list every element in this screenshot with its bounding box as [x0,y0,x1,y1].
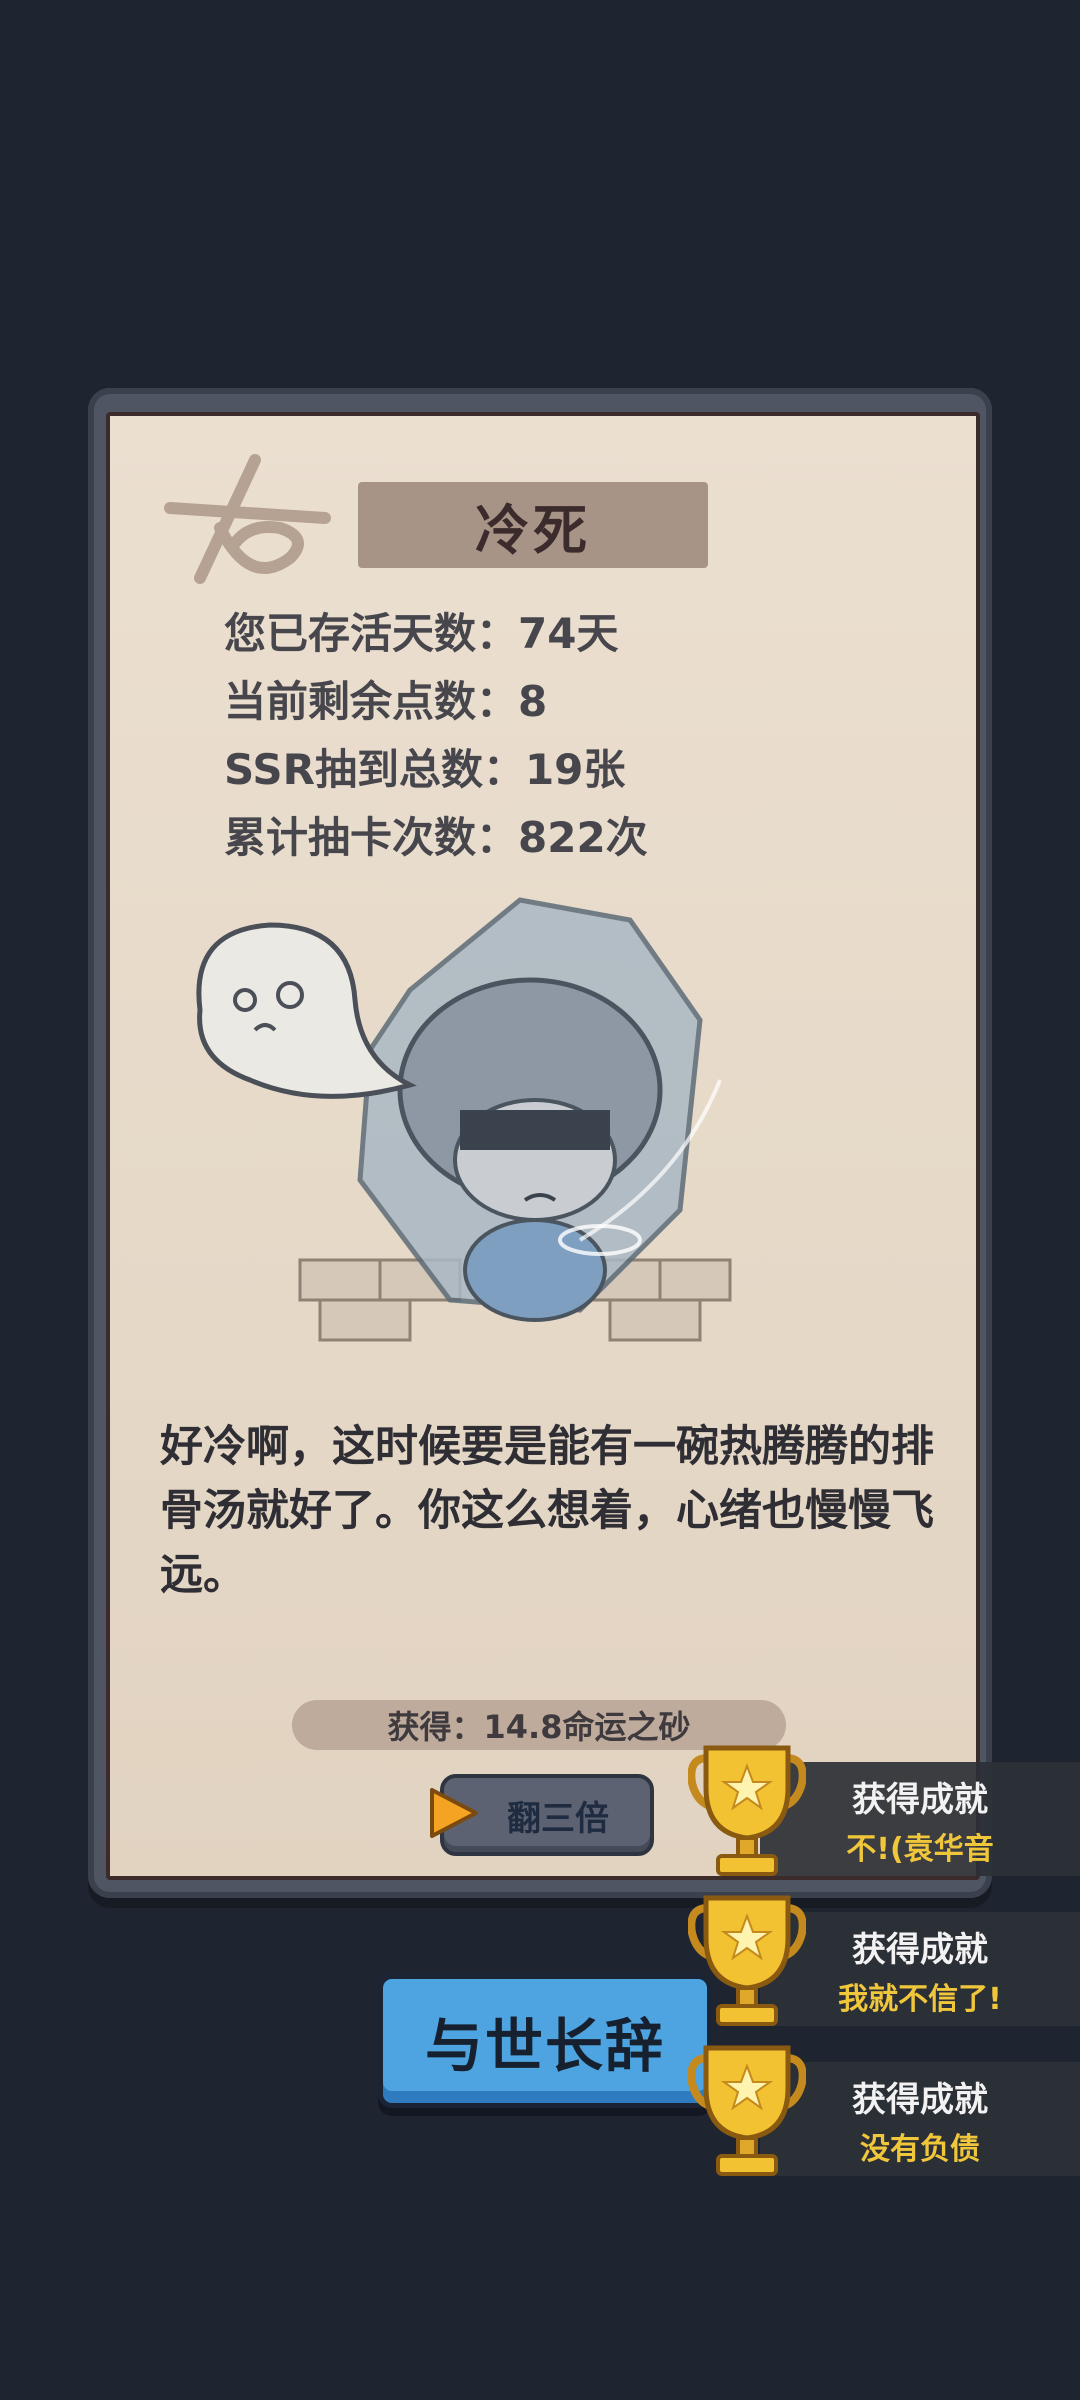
trophy-icon [688,1745,806,1876]
achievement-toast-3: 获得成就 没有负债 [760,2062,1080,2176]
trophy-icon [688,2045,806,2176]
frozen-character-illustration [196,897,732,1342]
death-title-banner: 冷死 [358,482,708,568]
farewell-button[interactable]: 与世长辞 [378,1974,712,2108]
death-stamp-icon [164,454,331,584]
achievement-title: 获得成就 [852,1780,988,1820]
stat-days-survived: 您已存活天数：74天 [224,609,619,658]
death-title: 冷死 [475,498,591,562]
story-text: 好冷啊，这时候要是能有一碗热腾腾的排骨汤就好了。你这么想着，心绪也慢慢飞远。 [160,1422,934,1600]
achievement-name: 我就不信了! [838,1982,1002,2017]
triple-reward-button[interactable]: 翻三倍 [430,1774,654,1856]
achievement-name: 不!(袁华音 [846,1832,994,1867]
stats-list: 您已存活天数：74天 当前剩余点数：8 SSR抽到总数：19张 累计抽卡次数：8… [224,600,824,872]
play-triangle-icon [430,1788,478,1838]
achievement-title: 获得成就 [852,2080,988,2120]
farewell-label: 与世长辞 [424,2012,665,2080]
stat-ssr-total: SSR抽到总数：19张 [224,745,626,794]
reward-text: 获得：14.8命运之砂 [387,1708,691,1746]
achievement-title: 获得成就 [852,1930,988,1970]
achievement-name: 没有负债 [860,2132,980,2167]
achievement-toast-1: 获得成就 不!(袁华音 [760,1762,1080,1876]
achievement-toast-2: 获得成就 我就不信了! [760,1912,1080,2026]
triple-reward-label: 翻三倍 [507,1798,609,1839]
trophy-icon [688,1895,806,2026]
stat-remaining-points: 当前剩余点数：8 [224,677,548,726]
stat-draw-count: 累计抽卡次数：822次 [224,813,648,862]
